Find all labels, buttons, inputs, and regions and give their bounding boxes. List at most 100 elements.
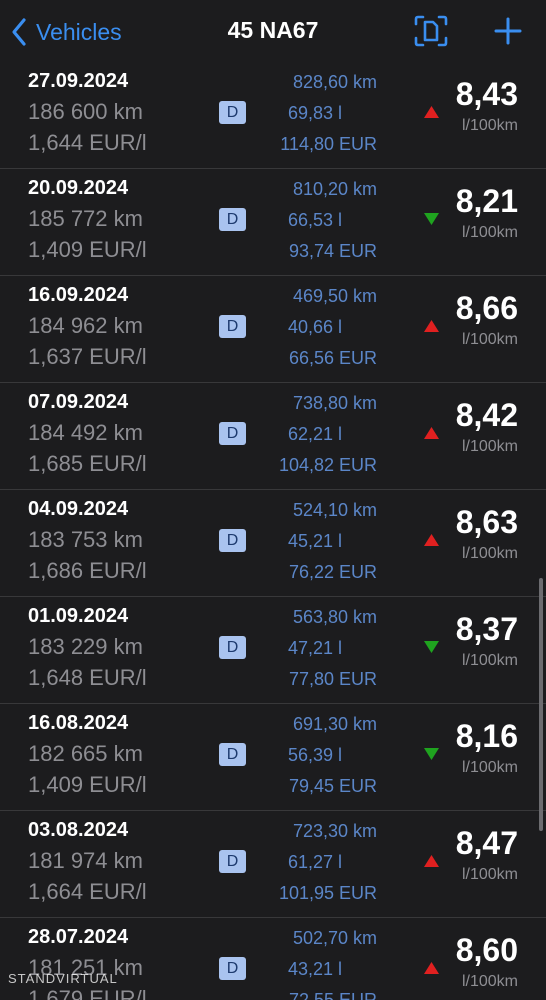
fuel-entry-list[interactable]: 27.09.2024 186 600 km 1,644 EUR/l D 828,60 k… bbox=[0, 62, 546, 1000]
consumption-unit: l/100km bbox=[461, 652, 518, 669]
entry-date: 27.09.2024 bbox=[28, 70, 129, 92]
scan-document-button[interactable] bbox=[413, 14, 449, 48]
entry-volume: 43,21 l bbox=[287, 959, 342, 979]
entry-odometer: 182 665 km bbox=[28, 741, 143, 766]
fuel-type-badge: D bbox=[219, 636, 246, 659]
fuel-entry-row[interactable]: 16.08.2024 182 665 km 1,409 EUR/l D 691,30 k… bbox=[0, 704, 546, 811]
trend-down-icon bbox=[424, 213, 439, 225]
entry-cost: 104,82 EUR bbox=[278, 455, 377, 475]
fuel-type-badge: D bbox=[219, 101, 246, 124]
entry-consumption: 8,37 bbox=[455, 611, 518, 647]
entry-date: 28.07.2024 bbox=[28, 926, 129, 948]
navigation-bar: Vehicles 45 NA67 bbox=[0, 0, 546, 62]
scan-document-icon bbox=[414, 15, 448, 47]
entry-distance: 723,30 km bbox=[292, 821, 377, 841]
entry-consumption: 8,47 bbox=[455, 825, 518, 861]
trend-up-icon bbox=[424, 855, 439, 867]
trend-up-icon bbox=[424, 320, 439, 332]
entry-price-per-liter: 1,648 EUR/l bbox=[28, 665, 147, 690]
consumption-unit: l/100km bbox=[461, 331, 518, 348]
consumption-unit: l/100km bbox=[461, 973, 518, 990]
entry-consumption: 8,60 bbox=[455, 932, 518, 968]
entry-price-per-liter: 1,644 EUR/l bbox=[28, 130, 147, 155]
fuel-entry-row[interactable]: 16.09.2024 184 962 km 1,637 EUR/l D 469,50 k… bbox=[0, 276, 546, 383]
entry-volume: 66,53 l bbox=[287, 210, 342, 230]
trend-down-icon bbox=[424, 641, 439, 653]
entry-date: 16.09.2024 bbox=[28, 284, 129, 306]
fuel-type-badge: D bbox=[219, 529, 246, 552]
consumption-unit: l/100km bbox=[461, 224, 518, 241]
entry-cost: 77,80 EUR bbox=[288, 669, 377, 689]
entry-price-per-liter: 1,637 EUR/l bbox=[28, 344, 147, 369]
consumption-unit: l/100km bbox=[461, 117, 518, 134]
fuel-type-badge: D bbox=[219, 208, 246, 231]
entry-distance: 469,50 km bbox=[292, 286, 377, 306]
entry-price-per-liter: 1,409 EUR/l bbox=[28, 237, 147, 262]
entry-distance: 563,80 km bbox=[292, 607, 377, 627]
plus-icon bbox=[494, 17, 522, 45]
entry-odometer: 184 962 km bbox=[28, 313, 143, 338]
entry-consumption: 8,16 bbox=[455, 718, 518, 754]
fuel-type-badge: D bbox=[219, 315, 246, 338]
consumption-unit: l/100km bbox=[461, 545, 518, 562]
entry-date: 07.09.2024 bbox=[28, 391, 129, 413]
entry-odometer: 183 753 km bbox=[28, 527, 143, 552]
entry-date: 01.09.2024 bbox=[28, 605, 129, 627]
entry-distance: 524,10 km bbox=[292, 500, 377, 520]
entry-distance: 810,20 km bbox=[292, 179, 377, 199]
trend-up-icon bbox=[424, 106, 439, 118]
entry-cost: 79,45 EUR bbox=[288, 776, 377, 796]
entry-cost: 76,22 EUR bbox=[288, 562, 377, 582]
entry-odometer: 181 974 km bbox=[28, 848, 143, 873]
entry-cost: 72,55 EUR bbox=[288, 990, 377, 1000]
fuel-entry-row[interactable]: 27.09.2024 186 600 km 1,644 EUR/l D 828,60 k… bbox=[0, 62, 546, 169]
entry-volume: 61,27 l bbox=[287, 852, 342, 872]
entry-consumption: 8,43 bbox=[455, 76, 518, 112]
fuel-type-badge: D bbox=[219, 743, 246, 766]
entry-consumption: 8,63 bbox=[455, 504, 518, 540]
entry-cost: 114,80 EUR bbox=[280, 134, 377, 154]
fuel-entry-row[interactable]: 04.09.2024 183 753 km 1,686 EUR/l D 524,10 k… bbox=[0, 490, 546, 597]
entry-consumption: 8,42 bbox=[455, 397, 518, 433]
entry-volume: 62,21 l bbox=[287, 424, 342, 444]
trend-down-icon bbox=[424, 748, 439, 760]
entry-date: 16.08.2024 bbox=[28, 712, 129, 734]
fuel-type-badge: D bbox=[219, 957, 246, 980]
entry-volume: 56,39 l bbox=[287, 745, 342, 765]
entry-price-per-liter: 1,664 EUR/l bbox=[28, 879, 147, 904]
fuel-entry-row[interactable]: 01.09.2024 183 229 km 1,648 EUR/l D 563,80 k… bbox=[0, 597, 546, 704]
fuel-entry-row[interactable]: 03.08.2024 181 974 km 1,664 EUR/l D 723,30 k… bbox=[0, 811, 546, 918]
watermark-logo: STANDVIRTUAL bbox=[8, 971, 118, 986]
entry-distance: 691,30 km bbox=[292, 714, 377, 734]
scrollbar[interactable] bbox=[539, 578, 543, 831]
entry-distance: 738,80 km bbox=[292, 393, 377, 413]
fuel-entry-row[interactable]: 20.09.2024 185 772 km 1,409 EUR/l D 810,20 k… bbox=[0, 169, 546, 276]
fuel-entry-row[interactable]: 28.07.2024 181 251 km 1,679 EUR/l D 502,70 k… bbox=[0, 918, 546, 1000]
fuel-type-badge: D bbox=[219, 850, 246, 873]
entry-distance: 502,70 km bbox=[292, 928, 377, 948]
entry-price-per-liter: 1,679 EUR/l bbox=[28, 986, 147, 1000]
page-title: 45 NA67 bbox=[227, 17, 319, 43]
entry-price-per-liter: 1,409 EUR/l bbox=[28, 772, 147, 797]
entry-volume: 45,21 l bbox=[287, 531, 342, 551]
entry-distance: 828,60 km bbox=[292, 72, 377, 92]
trend-up-icon bbox=[424, 534, 439, 546]
trend-up-icon bbox=[424, 427, 439, 439]
entry-odometer: 186 600 km bbox=[28, 99, 143, 124]
fuel-type-badge: D bbox=[219, 422, 246, 445]
trend-up-icon bbox=[424, 962, 439, 974]
entry-odometer: 185 772 km bbox=[28, 206, 143, 231]
consumption-unit: l/100km bbox=[461, 759, 518, 776]
entry-cost: 93,74 EUR bbox=[288, 241, 377, 261]
entry-volume: 69,83 l bbox=[287, 103, 342, 123]
entry-consumption: 8,21 bbox=[455, 183, 518, 219]
entry-price-per-liter: 1,686 EUR/l bbox=[28, 558, 147, 583]
fuel-entry-row[interactable]: 07.09.2024 184 492 km 1,685 EUR/l D 738,80 k… bbox=[0, 383, 546, 490]
entry-volume: 40,66 l bbox=[287, 317, 342, 337]
add-button[interactable] bbox=[492, 14, 524, 48]
entry-date: 20.09.2024 bbox=[28, 177, 129, 199]
entry-consumption: 8,66 bbox=[455, 290, 518, 326]
entry-odometer: 184 492 km bbox=[28, 420, 143, 445]
consumption-unit: l/100km bbox=[461, 438, 518, 455]
entry-cost: 66,56 EUR bbox=[288, 348, 377, 368]
